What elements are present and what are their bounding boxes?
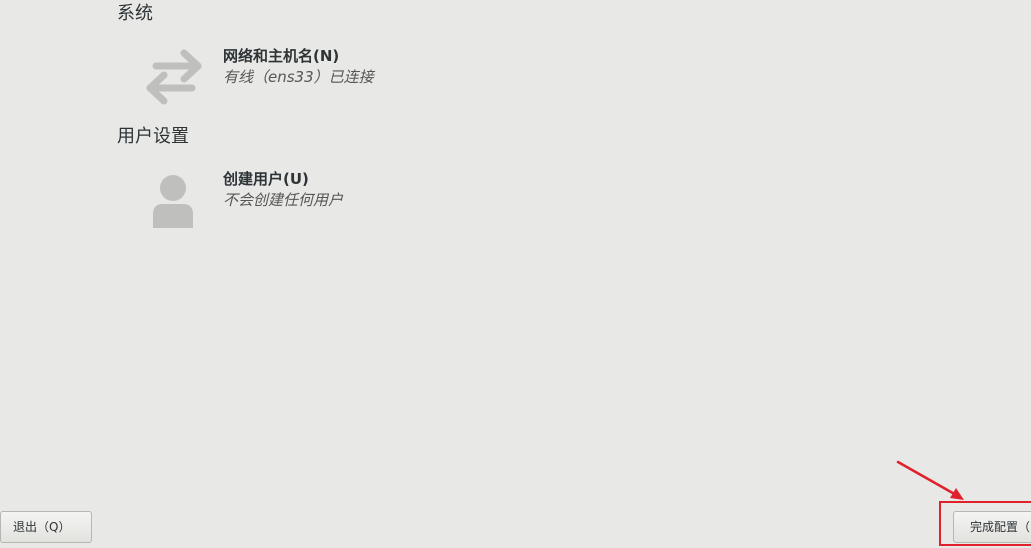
user-spoke-title: 创建用户(U) <box>223 170 309 188</box>
network-spoke-status: 有线（ens33）已连接 <box>223 68 374 86</box>
user-spoke-status: 不会创建任何用户 <box>223 191 344 209</box>
network-hostname-spoke[interactable]: 网络和主机名(N) 有线（ens33）已连接 <box>140 46 540 108</box>
user-avatar-icon <box>153 175 193 228</box>
create-user-spoke[interactable]: 创建用户(U) 不会创建任何用户 <box>140 169 540 231</box>
quit-button[interactable]: 退出（Q） <box>0 511 92 543</box>
section-heading-system: 系统 <box>117 3 153 24</box>
section-heading-user-settings: 用户设置 <box>117 126 189 147</box>
annotation-arrow-icon <box>896 460 964 500</box>
network-arrows-icon <box>146 49 202 105</box>
finish-configuration-button[interactable]: 完成配置（F） <box>953 511 1031 543</box>
network-spoke-title: 网络和主机名(N) <box>223 47 340 65</box>
